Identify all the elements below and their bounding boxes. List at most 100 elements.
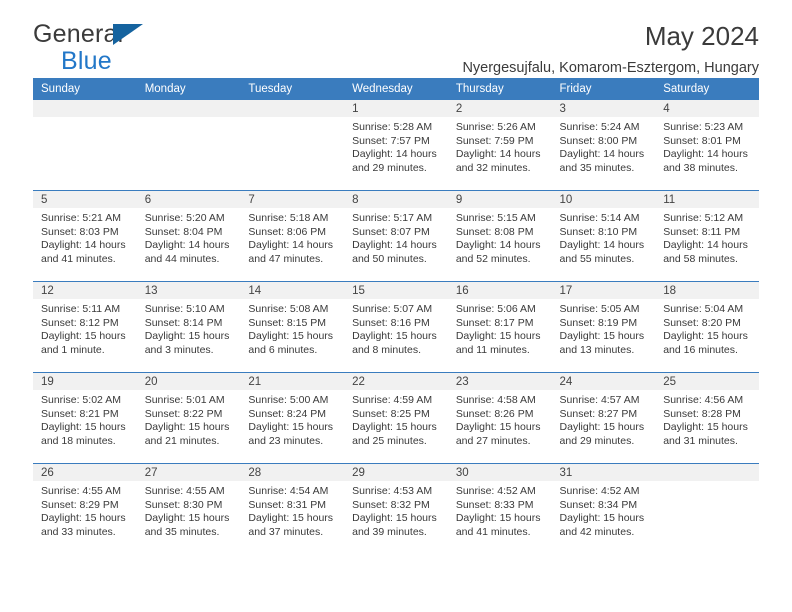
- calendar-day-cell[interactable]: 21 Sunrise: 5:00 AM Sunset: 8:24 PM Dayligh…: [240, 372, 345, 464]
- sunset-text: Sunset: 8:24 PM: [248, 407, 327, 420]
- calendar-week-row: 1 Sunrise: 5:28 AM Sunset: 7:57 PM Daylight…: [33, 100, 759, 191]
- calendar-day-cell[interactable]: 12 Sunrise: 5:11 AM Sunset: 8:12 PM Dayligh…: [33, 281, 137, 373]
- sunset-text: Sunset: 8:20 PM: [663, 316, 741, 329]
- calendar-day-cell[interactable]: 5 Sunrise: 5:21 AM Sunset: 8:03 PM Daylight…: [33, 190, 137, 282]
- weekday-header-saturday: Saturday: [655, 78, 759, 100]
- calendar-day-cell[interactable]: 24 Sunrise: 4:57 AM Sunset: 8:27 PM Dayligh…: [551, 372, 656, 464]
- day-number: 16: [447, 282, 552, 299]
- brand-name-bottom: Blue: [61, 47, 112, 75]
- day-details: Sunrise: 5:06 AM Sunset: 8:17 PM Daylight:…: [448, 299, 552, 357]
- daylight-text-line2: and 23 minutes.: [248, 434, 324, 447]
- daylight-text-line1: Daylight: 15 hours: [144, 330, 230, 343]
- calendar-day-cell[interactable]: 8 Sunrise: 5:17 AM Sunset: 8:07 PM Daylight…: [344, 190, 448, 282]
- day-number: 27: [136, 464, 241, 481]
- calendar-day-cell[interactable]: 16 Sunrise: 5:06 AM Sunset: 8:17 PM Dayligh…: [447, 281, 552, 373]
- daylight-text-line1: Daylight: 15 hours: [41, 512, 126, 525]
- page-header: General Blue May 2024 Nyergesujfalu, Kom…: [33, 0, 759, 78]
- calendar-day-cell[interactable]: 7 Sunrise: 5:18 AM Sunset: 8:06 PM Daylight…: [240, 190, 345, 282]
- sunset-text: Sunset: 8:22 PM: [144, 407, 223, 420]
- calendar-day-cell[interactable]: 11 Sunrise: 5:12 AM Sunset: 8:11 PM Dayligh…: [655, 190, 759, 282]
- sunset-text: Sunset: 8:00 PM: [559, 134, 638, 147]
- day-number: 6: [136, 191, 241, 208]
- daylight-text-line1: Daylight: 15 hours: [455, 421, 541, 434]
- day-number: 8: [344, 191, 448, 208]
- sunset-text: Sunset: 8:01 PM: [663, 134, 741, 147]
- day-details: Sunrise: 5:14 AM Sunset: 8:10 PM Daylight:…: [552, 208, 656, 266]
- sunrise-text: Sunrise: 4:54 AM: [248, 485, 329, 497]
- calendar-day-cell[interactable]: 9 Sunrise: 5:15 AM Sunset: 8:08 PM Daylight…: [447, 190, 552, 282]
- calendar-day-cell[interactable]: 1 Sunrise: 5:28 AM Sunset: 7:57 PM Daylight…: [344, 100, 448, 191]
- sunrise-text: Sunrise: 5:06 AM: [455, 303, 536, 315]
- day-number: [136, 100, 241, 117]
- calendar-week-row: 5 Sunrise: 5:21 AM Sunset: 8:03 PM Daylight…: [33, 190, 759, 282]
- day-number: 7: [240, 191, 345, 208]
- calendar-day-cell[interactable]: 15 Sunrise: 5:07 AM Sunset: 8:16 PM Dayligh…: [344, 281, 448, 373]
- calendar-day-cell[interactable]: 27 Sunrise: 4:55 AM Sunset: 8:30 PM Dayligh…: [136, 463, 241, 554]
- day-number: 17: [551, 282, 656, 299]
- calendar-day-cell[interactable]: 10 Sunrise: 5:14 AM Sunset: 8:10 PM Dayligh…: [551, 190, 656, 282]
- calendar-day-cell[interactable]: 14 Sunrise: 5:08 AM Sunset: 8:15 PM Dayligh…: [240, 281, 345, 373]
- calendar-day-cell[interactable]: 31 Sunrise: 4:52 AM Sunset: 8:34 PM Dayligh…: [551, 463, 656, 554]
- sunrise-text: Sunrise: 4:57 AM: [559, 394, 640, 406]
- sunrise-text: Sunrise: 4:56 AM: [663, 394, 744, 406]
- calendar-day-cell[interactable]: 4 Sunrise: 5:23 AM Sunset: 8:01 PM Daylight…: [655, 100, 759, 191]
- calendar-day-cell[interactable]: 18 Sunrise: 5:04 AM Sunset: 8:20 PM Dayligh…: [655, 281, 759, 373]
- sunrise-text: Sunrise: 5:07 AM: [352, 303, 433, 315]
- calendar-day-cell[interactable]: 2 Sunrise: 5:26 AM Sunset: 7:59 PM Daylight…: [447, 100, 552, 191]
- daylight-text-line1: Daylight: 14 hours: [144, 239, 230, 252]
- calendar-day-cell[interactable]: 20 Sunrise: 5:01 AM Sunset: 8:22 PM Dayligh…: [136, 372, 241, 464]
- sunrise-text: Sunrise: 5:02 AM: [41, 394, 121, 406]
- day-details: Sunrise: 5:15 AM Sunset: 8:08 PM Daylight:…: [448, 208, 552, 266]
- day-number: 29: [344, 464, 448, 481]
- day-number: 14: [240, 282, 345, 299]
- sunset-text: Sunset: 8:14 PM: [144, 316, 223, 329]
- calendar-week-row: 19 Sunrise: 5:02 AM Sunset: 8:21 PM Dayligh…: [33, 372, 759, 464]
- calendar-week-row: 26 Sunrise: 4:55 AM Sunset: 8:29 PM Dayligh…: [33, 463, 759, 554]
- calendar-day-cell[interactable]: 26 Sunrise: 4:55 AM Sunset: 8:29 PM Dayligh…: [33, 463, 137, 554]
- sunrise-text: Sunrise: 5:28 AM: [352, 121, 433, 133]
- sunset-text: Sunset: 8:28 PM: [663, 407, 741, 420]
- brand-logo[interactable]: General Blue: [33, 22, 213, 78]
- day-details: Sunrise: 5:18 AM Sunset: 8:06 PM Daylight:…: [240, 208, 344, 266]
- weekday-header-wednesday: Wednesday: [344, 78, 448, 100]
- calendar-day-cell[interactable]: 6 Sunrise: 5:20 AM Sunset: 8:04 PM Daylight…: [136, 190, 241, 282]
- day-number: 22: [344, 373, 448, 390]
- sunset-text: Sunset: 8:03 PM: [41, 225, 119, 238]
- sunrise-sunset-calendar: Sunday Monday Tuesday Wednesday Thursday Frid…: [33, 78, 759, 554]
- calendar-day-cell[interactable]: 23 Sunrise: 4:58 AM Sunset: 8:26 PM Dayligh…: [447, 372, 552, 464]
- day-details: Sunrise: 4:59 AM Sunset: 8:25 PM Daylight:…: [344, 390, 448, 448]
- calendar-day-cell[interactable]: 13 Sunrise: 5:10 AM Sunset: 8:14 PM Dayligh…: [136, 281, 241, 373]
- sunset-text: Sunset: 8:17 PM: [455, 316, 534, 329]
- daylight-text-line1: Daylight: 15 hours: [352, 421, 437, 434]
- calendar-day-cell[interactable]: 3 Sunrise: 5:24 AM Sunset: 8:00 PM Daylight…: [551, 100, 656, 191]
- daylight-text-line2: and 18 minutes.: [41, 434, 116, 447]
- day-number: 13: [136, 282, 241, 299]
- daylight-text-line2: and 11 minutes.: [455, 343, 530, 356]
- calendar-day-cell[interactable]: 17 Sunrise: 5:05 AM Sunset: 8:19 PM Dayligh…: [551, 281, 656, 373]
- day-number: 26: [33, 464, 137, 481]
- sunset-text: Sunset: 8:06 PM: [248, 225, 327, 238]
- calendar-day-cell[interactable]: 22 Sunrise: 4:59 AM Sunset: 8:25 PM Dayligh…: [344, 372, 448, 464]
- daylight-text-line2: and 41 minutes.: [455, 525, 531, 538]
- day-details: Sunrise: 5:20 AM Sunset: 8:04 PM Daylight:…: [137, 208, 241, 266]
- calendar-day-cell[interactable]: 30 Sunrise: 4:52 AM Sunset: 8:33 PM Dayligh…: [447, 463, 552, 554]
- day-details: Sunrise: 4:52 AM Sunset: 8:33 PM Daylight:…: [448, 481, 552, 539]
- day-details: Sunrise: 5:23 AM Sunset: 8:01 PM Daylight:…: [655, 117, 759, 175]
- day-number: 15: [344, 282, 448, 299]
- sunrise-text: Sunrise: 4:58 AM: [455, 394, 536, 406]
- calendar-day-cell[interactable]: 29 Sunrise: 4:53 AM Sunset: 8:32 PM Dayligh…: [344, 463, 448, 554]
- calendar-day-cell[interactable]: 25 Sunrise: 4:56 AM Sunset: 8:28 PM Dayligh…: [655, 372, 759, 464]
- calendar-day-cell[interactable]: 28 Sunrise: 4:54 AM Sunset: 8:31 PM Dayligh…: [240, 463, 345, 554]
- sunrise-text: Sunrise: 5:23 AM: [663, 121, 744, 133]
- page-subtitle: Nyergesujfalu, Komarom-Esztergom, Hungar…: [462, 59, 759, 76]
- daylight-text-line2: and 58 minutes.: [663, 252, 738, 265]
- daylight-text-line1: Daylight: 15 hours: [559, 512, 645, 525]
- sunset-text: Sunset: 8:29 PM: [41, 498, 119, 511]
- daylight-text-line2: and 55 minutes.: [559, 252, 635, 265]
- sunset-text: Sunset: 8:33 PM: [455, 498, 534, 511]
- sunrise-text: Sunrise: 5:08 AM: [248, 303, 329, 315]
- sunset-text: Sunset: 8:34 PM: [559, 498, 638, 511]
- day-details: Sunrise: 4:55 AM Sunset: 8:30 PM Daylight:…: [137, 481, 241, 539]
- calendar-day-cell[interactable]: 19 Sunrise: 5:02 AM Sunset: 8:21 PM Dayligh…: [33, 372, 137, 464]
- sunset-text: Sunset: 8:16 PM: [352, 316, 430, 329]
